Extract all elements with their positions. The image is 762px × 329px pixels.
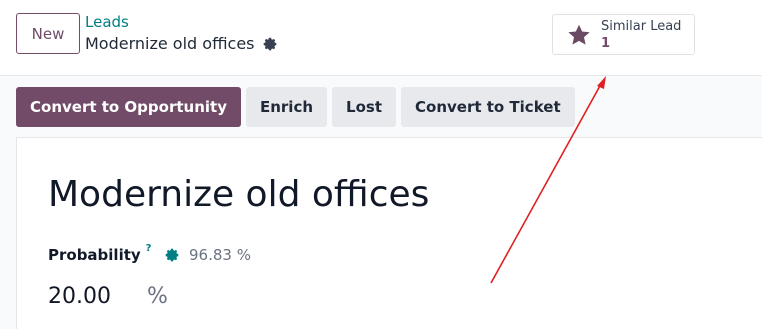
convert-to-ticket-button[interactable]: Convert to Ticket: [401, 87, 575, 127]
convert-to-opportunity-button[interactable]: Convert to Opportunity: [16, 87, 241, 127]
probability-label-text: Probability: [48, 246, 141, 264]
smart-button-count: 1: [601, 35, 611, 51]
probability-input[interactable]: 20.00: [48, 284, 111, 309]
help-tooltip-icon[interactable]: ?: [146, 243, 152, 254]
record-name: Modernize old offices: [85, 34, 255, 53]
probability-label: Probability ?: [48, 243, 152, 264]
form-sheet: Modernize old offices Probability ? 96.8…: [16, 137, 762, 329]
star-icon: [568, 24, 590, 45]
enrich-button[interactable]: Enrich: [245, 87, 328, 127]
lead-title-field[interactable]: Modernize old offices: [48, 174, 429, 215]
lost-button[interactable]: Lost: [332, 87, 396, 127]
new-button[interactable]: New: [16, 13, 80, 54]
breadcrumb-current-record: Modernize old offices: [85, 34, 278, 53]
probability-unit: %: [147, 284, 168, 309]
similar-lead-smart-button[interactable]: Similar Lead 1: [552, 14, 695, 55]
automated-probability-value: 96.83 %: [189, 246, 251, 264]
gear-icon[interactable]: [262, 36, 278, 52]
automated-probability: 96.83 %: [164, 246, 251, 264]
status-bar-actions: Convert to Opportunity Enrich Lost Conve…: [16, 87, 575, 127]
gear-icon[interactable]: [164, 247, 180, 263]
control-panel: New Leads Modernize old offices Similar …: [0, 0, 762, 76]
smart-button-label: Similar Lead: [601, 18, 682, 34]
breadcrumb-leads-link[interactable]: Leads: [85, 13, 129, 31]
